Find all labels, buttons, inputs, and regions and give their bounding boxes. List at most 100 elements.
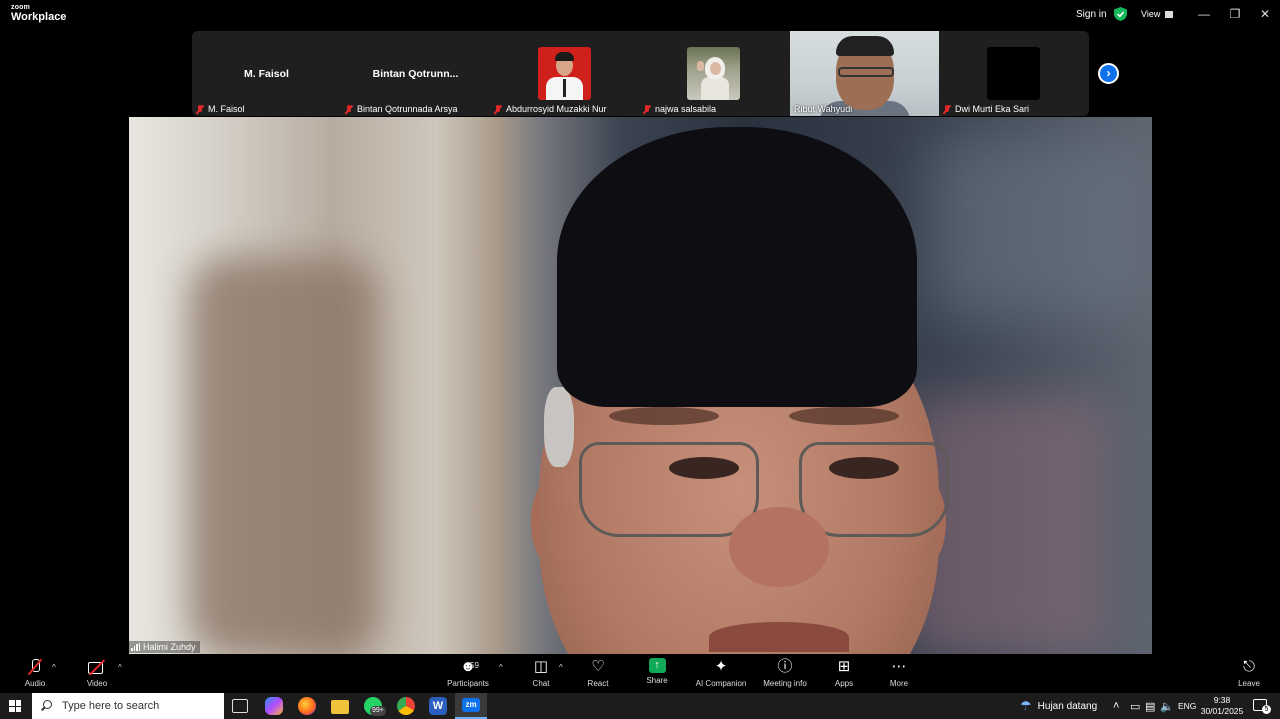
more-button[interactable]: ⋯ More (884, 658, 914, 688)
share-screen-icon: ↑ (648, 658, 666, 673)
participants-button[interactable]: ☻ 59 Participants (443, 658, 493, 688)
chat-button[interactable]: ◫ Chat (526, 658, 556, 688)
zoom-logo: zoom Workplace (11, 4, 66, 23)
react-heart-icon: ♡ (591, 658, 605, 675)
tray-overflow-chevron-icon[interactable]: ˄ (1113, 693, 1119, 719)
clock-time: 9:38 (1213, 695, 1231, 705)
leave-door-icon: ⎋ (1243, 658, 1255, 675)
ai-companion-label: AI Companion (695, 679, 747, 688)
leave-label: Leave (1238, 679, 1260, 688)
participants-options-caret[interactable]: ^ (499, 663, 503, 672)
logo-zoom-text: zoom (11, 4, 31, 11)
grid-icon (1165, 11, 1174, 18)
whatsapp-icon[interactable]: 99+ (364, 697, 386, 716)
chat-label: Chat (532, 679, 550, 688)
active-speaker-video: Halimi Zuhdy (129, 117, 1152, 654)
participant-avatar (538, 47, 591, 100)
shield-check-icon[interactable] (1114, 7, 1127, 21)
participant-tile[interactable]: Abdurrosyid Muzakki Nur (490, 31, 639, 116)
close-button[interactable]: ✕ (1257, 7, 1273, 21)
sign-in-button[interactable]: Sign in (1076, 9, 1107, 20)
leave-button[interactable]: ⎋ Leave (1234, 658, 1264, 688)
meeting-info-button[interactable]: ⓘ Meeting info (760, 658, 810, 688)
participant-name: Dwi Murti Eka Sari (955, 104, 1030, 114)
view-button[interactable]: View (1141, 9, 1174, 19)
info-icon: ⓘ (777, 658, 793, 675)
taskbar-search-box[interactable]: Type here to search (32, 693, 224, 719)
speaker-name-label: Halimi Zuhdy (129, 641, 200, 653)
chat-options-caret[interactable]: ^ (559, 663, 563, 672)
participant-name: Bintan Qotrunnada Arsya (357, 104, 458, 114)
logo-workplace-text: Workplace (11, 11, 67, 23)
participant-avatar (687, 47, 740, 100)
zoom-app-icon: zm (462, 698, 480, 712)
restore-button[interactable]: ❐ (1227, 7, 1243, 21)
task-view-icon[interactable] (232, 699, 248, 713)
chrome-icon[interactable] (397, 697, 415, 715)
participant-video-tile[interactable]: Ribut Wahyudi (790, 31, 939, 116)
apps-label: Apps (834, 679, 854, 688)
participant-label: Abdurrosyid Muzakki Nur (494, 104, 607, 114)
file-explorer-icon[interactable] (331, 700, 349, 714)
next-page-arrow-icon[interactable]: › (1098, 63, 1119, 84)
signal-strength-icon (131, 643, 140, 651)
network-icon[interactable]: ▤ (1145, 693, 1155, 719)
participant-name: M. Faisol (208, 104, 245, 114)
notification-center-icon[interactable]: 5 (1253, 699, 1271, 714)
firefox-icon[interactable] (298, 697, 316, 715)
volume-icon[interactable]: 🔈 (1160, 693, 1174, 719)
title-bar: zoom Workplace Sign in View — ❐ ✕ (0, 0, 1280, 30)
input-language[interactable]: ENG (1178, 693, 1196, 719)
word-icon[interactable]: W (429, 697, 447, 715)
windows-start-icon[interactable] (9, 700, 21, 712)
mic-muted-icon (494, 104, 502, 114)
ai-companion-button[interactable]: ✦ AI Companion (693, 658, 749, 688)
participant-label: Dwi Murti Eka Sari (943, 104, 1029, 114)
participant-label: najwa salsabila (643, 104, 716, 114)
weather-widget[interactable]: ☂ Hujan datang (1020, 693, 1097, 719)
participant-tile[interactable]: M. Faisol M. Faisol (192, 31, 341, 116)
share-label: Share (646, 676, 668, 685)
react-button[interactable]: ♡ React (583, 658, 613, 688)
audio-label: Audio (24, 679, 46, 688)
system-clock[interactable]: 9:38 30/01/2025 (1200, 695, 1244, 717)
minimize-button[interactable]: — (1196, 7, 1212, 21)
whatsapp-unread-badge: 99+ (370, 706, 386, 716)
participant-tile[interactable]: Dwi Murti Eka Sari (939, 31, 1088, 116)
react-label: React (587, 679, 609, 688)
participant-tile[interactable]: Bintan Qotrunn... Bintan Qotrunnada Arsy… (341, 31, 490, 116)
participant-label: M. Faisol (196, 104, 245, 114)
apps-grid-icon: ⊞ (837, 658, 851, 675)
microphone-muted-icon (28, 658, 42, 676)
copilot-icon[interactable] (265, 697, 283, 715)
apps-button[interactable]: ⊞ Apps (829, 658, 859, 688)
participant-tile[interactable]: najwa salsabila (639, 31, 788, 116)
speaker-name: Halimi Zuhdy (143, 642, 196, 652)
mic-muted-icon (196, 104, 204, 114)
sparkle-icon: ✦ (714, 658, 728, 675)
more-label: More (889, 679, 909, 688)
audio-options-caret[interactable]: ^ (52, 663, 56, 672)
mic-muted-icon (643, 104, 651, 114)
chat-icon: ◫ (533, 658, 549, 675)
zoom-taskbar-button[interactable]: zm (455, 693, 487, 719)
participant-display-name: M. Faisol (244, 68, 289, 80)
share-button[interactable]: ↑ Share (642, 658, 672, 685)
weather-text: Hujan datang (1037, 700, 1098, 712)
mic-muted-icon (943, 104, 951, 114)
video-button[interactable]: Video (82, 658, 112, 688)
audio-button[interactable]: Audio (20, 658, 50, 688)
windows-taskbar: Type here to search 99+ W zm ☂ Hujan dat… (0, 693, 1280, 719)
participants-count: 59 (470, 661, 479, 670)
participant-gallery: M. Faisol M. Faisol Bintan Qotrunn... Bi… (192, 31, 1089, 116)
camera-off-icon (88, 658, 106, 676)
meet-now-icon[interactable]: ▭ (1130, 693, 1140, 719)
participant-name: Ribut Wahyudi (794, 104, 853, 114)
meeting-toolbar: Audio ^ Video ^ ☻ 59 Participants ^ ◫ Cha… (0, 654, 1280, 693)
video-options-caret[interactable]: ^ (118, 663, 122, 672)
clock-date: 30/01/2025 (1200, 706, 1244, 716)
participant-label: Bintan Qotrunnada Arsya (345, 104, 458, 114)
mic-muted-icon (345, 104, 353, 114)
search-icon (40, 700, 52, 712)
rain-umbrella-icon: ☂ (1020, 698, 1032, 713)
